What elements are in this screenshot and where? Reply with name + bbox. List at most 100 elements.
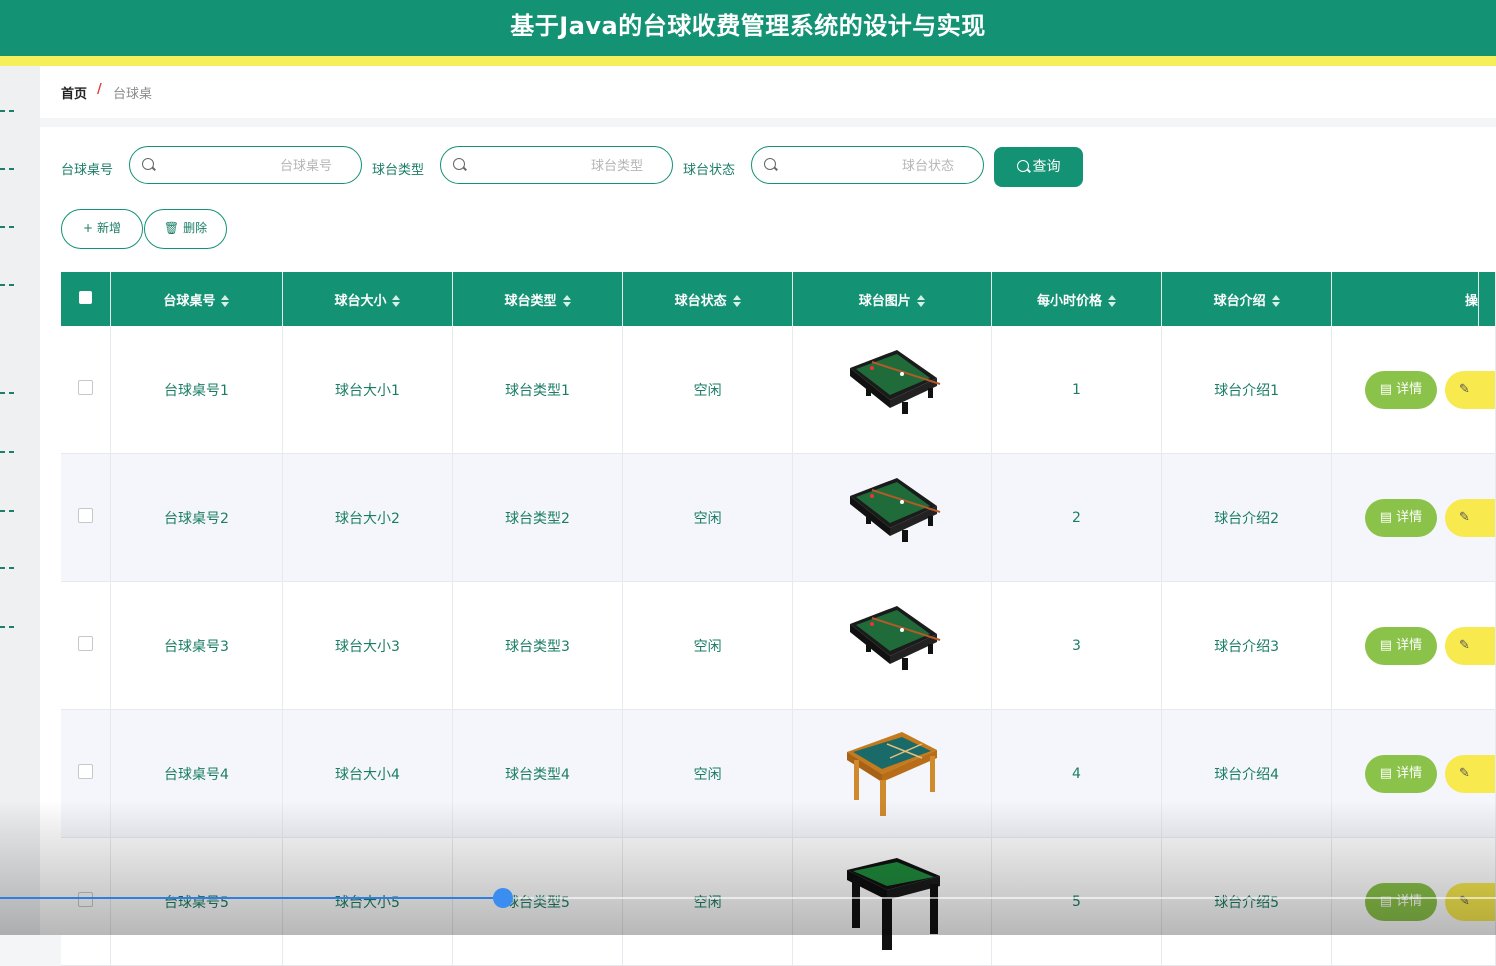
pool-table-image[interactable] bbox=[842, 466, 942, 566]
add-button-label: 新增 bbox=[97, 221, 122, 235]
document-icon: ▤ bbox=[1379, 509, 1397, 525]
document-icon: ▤ bbox=[1379, 637, 1397, 653]
cell-type: 球台类型2 bbox=[452, 453, 624, 582]
column-header-size[interactable]: 球台大小 bbox=[282, 272, 453, 326]
sidebar-marker[interactable] bbox=[0, 626, 18, 628]
column-header-image[interactable]: 球台图片 bbox=[792, 272, 992, 326]
sort-icon[interactable] bbox=[562, 294, 571, 307]
pencil-icon: ✎ bbox=[1458, 381, 1470, 397]
pencil-icon: ✎ bbox=[1458, 637, 1470, 653]
column-header-label: 球台图片 bbox=[858, 293, 911, 309]
search-label-table-number: 台球桌号 bbox=[61, 163, 114, 178]
search-field-table-type[interactable] bbox=[440, 146, 673, 184]
detail-button[interactable]: ▤ 详情 bbox=[1364, 882, 1437, 921]
table-row: 台球桌号4 球台大小4 球台类型4 空闲 4 球台介绍4 ▤ 详情 ✎ bbox=[61, 709, 1496, 838]
row-checkbox[interactable] bbox=[77, 636, 93, 651]
edit-button[interactable]: ✎ bbox=[1444, 882, 1495, 921]
pool-table-image[interactable] bbox=[842, 594, 942, 694]
row-checkbox[interactable] bbox=[77, 764, 93, 779]
search-input-table-type[interactable] bbox=[471, 153, 645, 179]
detail-button-label: 详情 bbox=[1396, 893, 1423, 909]
table-row: 台球桌号2 球台大小2 球台类型2 空闲 2 球台介绍2 ▤ 详情 ✎ bbox=[61, 453, 1496, 582]
search-label-table-status: 球台状态 bbox=[683, 163, 736, 178]
sidebar-marker[interactable] bbox=[0, 510, 18, 512]
row-select-cell bbox=[61, 326, 111, 454]
pool-table-image[interactable] bbox=[842, 338, 942, 438]
search-input-table-status[interactable] bbox=[782, 153, 956, 179]
column-header-type[interactable]: 球台类型 bbox=[452, 272, 624, 326]
cell-status: 空闲 bbox=[622, 837, 793, 966]
sidebar-marker[interactable] bbox=[0, 226, 18, 228]
cell-image bbox=[792, 581, 992, 710]
trash-icon: 🗑 bbox=[163, 221, 180, 235]
search-icon bbox=[764, 158, 776, 170]
pencil-icon: ✎ bbox=[1458, 509, 1470, 525]
sort-icon[interactable] bbox=[1107, 294, 1116, 307]
column-header-price[interactable]: 每小时价格 bbox=[991, 272, 1163, 326]
table-row: 台球桌号3 球台大小3 球台类型3 空闲 3 球台介绍3 ▤ 详情 ✎ bbox=[61, 581, 1496, 710]
cell-image bbox=[792, 326, 992, 454]
column-header-label: 台球桌号 bbox=[163, 293, 216, 309]
video-progress-remaining[interactable] bbox=[503, 897, 1496, 899]
sort-icon[interactable] bbox=[221, 294, 230, 307]
pool-table-image[interactable] bbox=[842, 722, 942, 822]
edit-button[interactable]: ✎ bbox=[1444, 498, 1495, 537]
sort-icon[interactable] bbox=[916, 294, 925, 307]
detail-button-label: 详情 bbox=[1396, 381, 1423, 397]
breadcrumb: 首页 / 台球桌 bbox=[40, 66, 1496, 118]
detail-button[interactable]: ▤ 详情 bbox=[1364, 370, 1437, 409]
cell-status: 空闲 bbox=[622, 581, 793, 710]
sidebar-marker[interactable] bbox=[0, 451, 18, 453]
query-button-label: 查询 bbox=[1032, 159, 1061, 175]
search-icon bbox=[142, 158, 154, 170]
row-checkbox[interactable] bbox=[77, 892, 93, 907]
search-field-table-status[interactable] bbox=[751, 146, 984, 184]
row-checkbox[interactable] bbox=[77, 380, 93, 395]
sidebar-marker[interactable] bbox=[0, 168, 18, 170]
column-header-label: 球台介绍 bbox=[1213, 293, 1266, 309]
row-checkbox[interactable] bbox=[77, 508, 93, 523]
table-row: 台球桌号5 球台大小5 球台类型5 空闲 5 球台介绍5 ▤ 详情 ✎ bbox=[61, 837, 1496, 966]
row-select-cell bbox=[61, 581, 111, 710]
top-header-bar: 基于Java的台球收费管理系统的设计与实现 bbox=[0, 0, 1496, 56]
cell-price: 2 bbox=[991, 453, 1163, 582]
edit-button[interactable]: ✎ bbox=[1444, 370, 1495, 409]
delete-button-label: 删除 bbox=[183, 221, 208, 235]
row-select-cell bbox=[61, 709, 111, 838]
video-progress-played[interactable] bbox=[0, 897, 503, 899]
search-label-table-type: 球台类型 bbox=[372, 163, 425, 178]
detail-button[interactable]: ▤ 详情 bbox=[1364, 498, 1437, 537]
detail-button[interactable]: ▤ 详情 bbox=[1364, 626, 1437, 665]
select-all-checkbox[interactable] bbox=[78, 290, 92, 304]
column-header-table-number[interactable]: 台球桌号 bbox=[110, 272, 284, 326]
cell-size: 球台大小1 bbox=[282, 326, 453, 454]
sidebar-marker[interactable] bbox=[0, 392, 18, 394]
edit-button[interactable]: ✎ bbox=[1444, 754, 1495, 793]
detail-button[interactable]: ▤ 详情 bbox=[1364, 754, 1437, 793]
column-header-status[interactable]: 球台状态 bbox=[622, 272, 793, 326]
system-title: 基于Java的台球收费管理系统的设计与实现 bbox=[510, 12, 986, 40]
sidebar-marker[interactable] bbox=[0, 284, 18, 286]
sidebar-marker[interactable] bbox=[0, 567, 18, 569]
row-select-cell bbox=[61, 453, 111, 582]
query-button[interactable]: 查询 bbox=[994, 147, 1083, 187]
search-icon bbox=[1016, 160, 1029, 172]
delete-button[interactable]: 🗑 删除 bbox=[144, 209, 227, 249]
sidebar-marker[interactable] bbox=[0, 110, 18, 112]
add-button[interactable]: + 新增 bbox=[61, 209, 143, 249]
search-field-table-number[interactable] bbox=[129, 146, 362, 184]
search-input-table-number[interactable] bbox=[160, 153, 334, 179]
pencil-icon: ✎ bbox=[1458, 765, 1470, 781]
cell-table-number: 台球桌号5 bbox=[110, 837, 284, 966]
table-row: 台球桌号1 球台大小1 球台类型1 空闲 1 球台介绍1 ▤ 详情 ✎ bbox=[61, 326, 1496, 454]
breadcrumb-home[interactable]: 首页 bbox=[61, 83, 87, 102]
column-header-intro[interactable]: 球台介绍 bbox=[1161, 272, 1332, 326]
sort-icon[interactable] bbox=[1271, 294, 1280, 307]
video-progress-handle[interactable] bbox=[493, 888, 513, 908]
sort-icon[interactable] bbox=[392, 294, 401, 307]
cell-intro: 球台介绍3 bbox=[1161, 581, 1332, 710]
cell-size: 球台大小5 bbox=[282, 837, 453, 966]
billiard-table-list: 台球桌号 球台大小 球台类型 球台状态 球台图片 每小时价格 球台介绍 操 台球… bbox=[61, 272, 1496, 966]
sort-icon[interactable] bbox=[732, 294, 741, 307]
edit-button[interactable]: ✎ bbox=[1444, 626, 1495, 665]
